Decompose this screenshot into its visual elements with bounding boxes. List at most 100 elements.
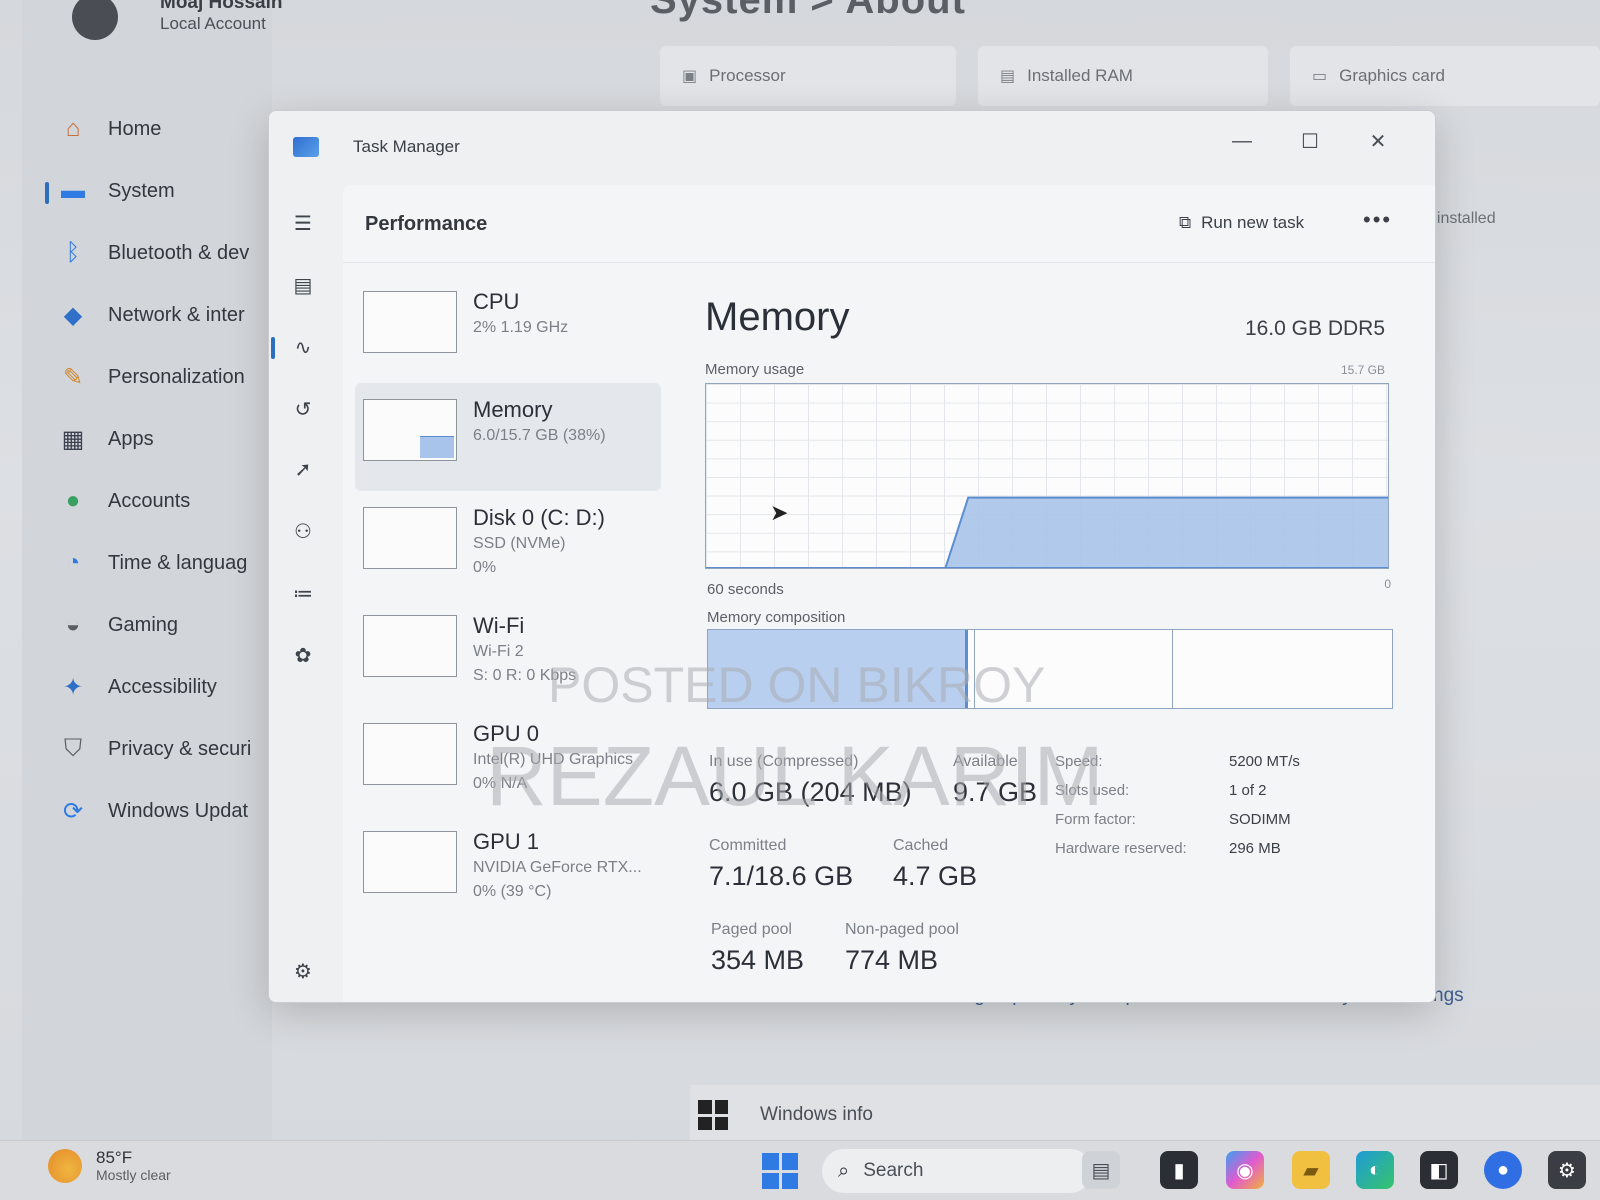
sidebar-item-gaming[interactable]: ◒ Gaming [40, 594, 280, 656]
processor-card[interactable]: ▣ Processor [660, 46, 956, 106]
composition-label: Memory composition [707, 609, 846, 626]
windows-logo-icon [698, 1100, 728, 1130]
widgets-icon[interactable]: ▤ [1082, 1151, 1120, 1189]
sidebar-item-label: Network & inter [108, 303, 245, 326]
minimize-icon: — [1232, 129, 1252, 152]
chip-icon: ▣ [682, 68, 698, 85]
terminal-icon[interactable]: ▮ [1160, 1151, 1198, 1189]
services-icon: ✿ [294, 644, 312, 667]
nav-processes[interactable]: ▤ [283, 265, 323, 305]
sidebar-item-system[interactable]: ▬ System [40, 160, 280, 222]
nav-details[interactable]: ≔ [283, 573, 323, 613]
person-icon: ● [65, 487, 81, 514]
resource-detail-2: 0% N/A [473, 775, 528, 792]
detail-title: Memory [705, 295, 850, 339]
usage-area [706, 496, 1388, 568]
weather-widget[interactable]: 85°F Mostly clear [48, 1149, 171, 1183]
minimize-button[interactable]: — [1219, 123, 1265, 159]
slots-value: 1 of 2 [1229, 782, 1267, 799]
gamepad-icon: ◒ [65, 611, 81, 638]
performance-page: Performance ⧉ Run new task ••• CPU 2% 1.… [343, 185, 1435, 1002]
update-icon: ⟳ [62, 797, 84, 825]
performance-icon: ∿ [294, 336, 312, 359]
sidebar-item-apps[interactable]: ▦ Apps [40, 408, 280, 470]
brush-icon: ✎ [62, 363, 84, 391]
graph-time-label: 60 seconds [707, 581, 784, 598]
usage-chart [706, 496, 1388, 568]
sidebar-item-bluetooth[interactable]: ᛒ Bluetooth & dev [40, 222, 280, 284]
resource-name: Disk 0 (C: D:) [473, 505, 605, 530]
resource-name: Wi-Fi [473, 613, 525, 638]
gpu0-thumbnail [363, 723, 457, 785]
windows-info-section[interactable]: Windows info [690, 1085, 1600, 1145]
available-value: 9.7 GB [953, 777, 1038, 807]
resource-gpu1[interactable]: GPU 1 NVIDIA GeForce RTX... 0% (39 °C) [355, 815, 661, 923]
resource-wifi[interactable]: Wi-Fi Wi-Fi 2 S: 0 R: 0 Kbps [355, 599, 661, 707]
run-new-task-button[interactable]: ⧉ Run new task [1179, 205, 1304, 241]
weather-temp: 85°F [96, 1148, 133, 1167]
monitor-icon: ▬ [61, 177, 85, 204]
sidebar-item-label: Bluetooth & dev [108, 241, 250, 264]
sidebar-item-privacy[interactable]: ⛉ Privacy & securi [40, 718, 280, 780]
resource-detail: 2% 1.19 GHz [473, 319, 569, 336]
sidebar-item-accounts[interactable]: ● Accounts [40, 470, 280, 532]
composition-free [1173, 630, 1392, 708]
form-factor-key: Form factor: [1055, 811, 1136, 828]
settings-button[interactable]: ⚙ [283, 951, 323, 991]
store-icon[interactable]: ◧ [1420, 1151, 1458, 1189]
task-manager-nav: ☰ ▤ ∿ ↺ ➚ ⚇ ≔ ✿ ⚙ [269, 181, 341, 1002]
graphics-card-card[interactable]: ▭ Graphics card [1290, 46, 1600, 106]
close-icon: ✕ [1369, 130, 1387, 153]
hardware-reserved-value: 296 MB [1229, 840, 1281, 857]
cached-label: Cached [893, 837, 949, 854]
nav-services[interactable]: ✿ [283, 635, 323, 675]
sidebar-item-accessibility[interactable]: ✦ Accessibility [40, 656, 280, 718]
run-task-icon: ⧉ [1179, 213, 1192, 232]
sidebar-item-time-language[interactable]: ◔ Time & languag [40, 532, 280, 594]
resource-disk[interactable]: Disk 0 (C: D:) SSD (NVMe) 0% [355, 491, 661, 599]
nav-app-history[interactable]: ↺ [283, 389, 323, 429]
copilot-icon[interactable]: ◉ [1226, 1151, 1264, 1189]
more-options-button[interactable]: ••• [1363, 207, 1392, 233]
nav-performance[interactable]: ∿ [271, 327, 323, 367]
windows-info-label: Windows info [760, 1104, 873, 1125]
resource-cpu[interactable]: CPU 2% 1.19 GHz [355, 275, 661, 383]
start-button[interactable] [762, 1153, 798, 1189]
taskbar: 85°F Mostly clear ⌕ Search ▤ ▮ ◉ ▰ ◐ ◧ ●… [0, 1140, 1600, 1200]
history-icon: ↺ [294, 398, 312, 421]
edge-browser-icon[interactable]: ◐ [1356, 1151, 1394, 1189]
nonpaged-pool-label: Non-paged pool [845, 921, 959, 938]
sidebar-item-windows-update[interactable]: ⟳ Windows Updat [40, 780, 280, 842]
resource-detail-2: 0% (39 °C) [473, 883, 552, 900]
gpu-icon: ▭ [1312, 68, 1328, 85]
settings-app-icon[interactable]: ⚙ [1548, 1151, 1586, 1189]
close-button[interactable]: ✕ [1355, 123, 1401, 159]
settings-page-title: System > About [650, 0, 966, 22]
composition-in-use [708, 630, 968, 708]
nav-users[interactable]: ⚇ [283, 511, 323, 551]
resource-gpu0[interactable]: GPU 0 Intel(R) UHD Graphics 0% N/A [355, 707, 661, 815]
graph-time-end: 0 [1384, 577, 1391, 591]
taskbar-search[interactable]: ⌕ Search [822, 1149, 1092, 1193]
app-icon[interactable]: ● [1484, 1151, 1522, 1189]
resource-detail: 6.0/15.7 GB (38%) [473, 427, 606, 444]
sidebar-item-label: Apps [108, 427, 154, 450]
ram-icon: ▤ [1000, 68, 1016, 85]
weather-icon [48, 1149, 82, 1183]
paged-pool-label: Paged pool [711, 921, 792, 938]
nav-startup-apps[interactable]: ➚ [283, 449, 323, 489]
maximize-button[interactable]: ☐ [1287, 123, 1333, 159]
hamburger-menu-button[interactable]: ☰ [283, 203, 323, 243]
users-icon: ⚇ [294, 520, 312, 543]
sidebar-item-network[interactable]: ◆ Network & inter [40, 284, 280, 346]
maximize-icon: ☐ [1301, 130, 1319, 153]
user-name: Moaj Hossain [160, 0, 283, 13]
user-account-type: Local Account [160, 14, 266, 33]
memory-detail-panel: Memory 16.0 GB DDR5 Memory usage 15.7 GB… [695, 275, 1395, 995]
title-bar[interactable]: Task Manager — ☐ ✕ [269, 111, 1435, 181]
sidebar-item-home[interactable]: ⌂ Home [40, 98, 280, 160]
installed-ram-card[interactable]: ▤ Installed RAM [978, 46, 1268, 106]
file-explorer-icon[interactable]: ▰ [1292, 1151, 1330, 1189]
resource-memory[interactable]: Memory 6.0/15.7 GB (38%) [355, 383, 661, 491]
sidebar-item-personalization[interactable]: ✎ Personalization [40, 346, 280, 408]
